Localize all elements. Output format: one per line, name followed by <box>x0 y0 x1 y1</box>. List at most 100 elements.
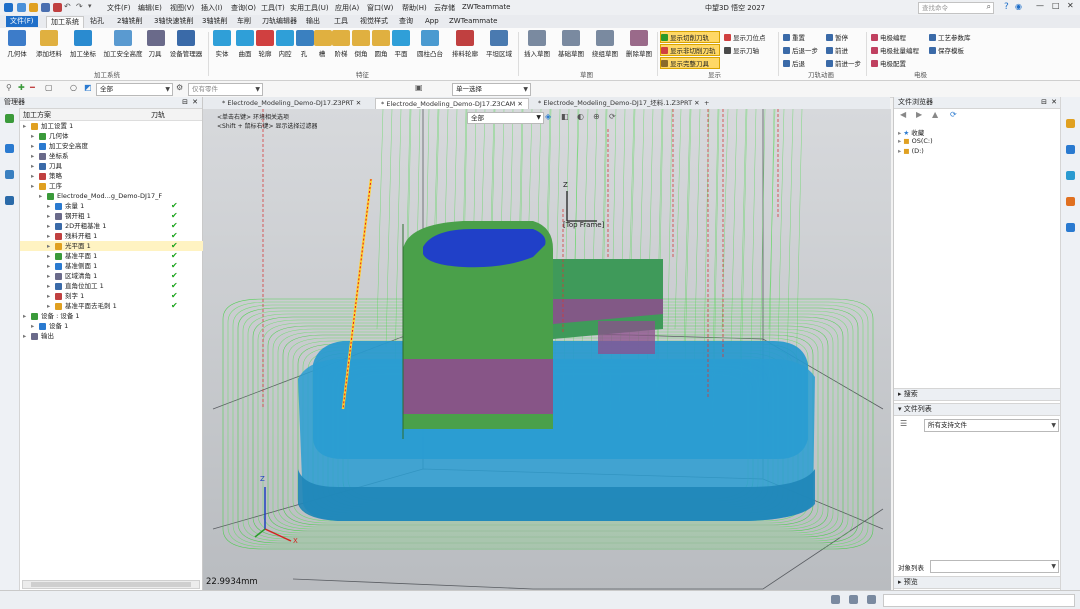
tree-item[interactable]: ▸ 2D开粗基准 1 ✔ <box>20 221 220 231</box>
wrap-sketch-button[interactable]: 绕组草图 <box>590 30 620 58</box>
menu-edit[interactable]: 编辑(E) <box>138 3 162 13</box>
tree-item[interactable]: ▸ Electrode_Mod...g_Demo-DJ17_F <box>20 191 220 201</box>
object-list-combo[interactable]: ▼ <box>930 560 1059 573</box>
menu-window[interactable]: 窗口(W) <box>367 3 393 13</box>
quick-access-dropdown-icon[interactable]: ▾ <box>88 2 92 10</box>
doc-tab-stock[interactable]: * Electrode_Modeling_Demo-DJ17_坯料.1.Z3PR… <box>533 98 705 109</box>
new-tab-icon[interactable]: + <box>699 98 714 109</box>
part-filter-icon[interactable]: ⚙ <box>176 83 183 92</box>
list-view-icon[interactable]: ☰ <box>900 419 907 428</box>
select-box-icon[interactable]: ▢ <box>45 83 53 92</box>
expand-icon[interactable]: ▸ <box>47 261 50 271</box>
batch-electrode-button[interactable]: 电极批量编程 <box>871 45 919 55</box>
globe-icon[interactable]: ◉ <box>1015 2 1022 11</box>
device-manager-button[interactable]: 设备管理器 <box>168 30 204 58</box>
tree-item[interactable]: ▸ 基准平面去毛刺 1 ✔ <box>20 301 220 311</box>
new-file-icon[interactable] <box>17 3 26 12</box>
tree-item[interactable]: ▸ 加工设置 1 <box>20 121 220 131</box>
expand-icon[interactable]: ▸ <box>23 331 26 341</box>
preview-section-header[interactable]: ▸ 预览 <box>894 576 1061 589</box>
circle-select-icon[interactable]: ○ <box>70 83 77 92</box>
cube-tab-icon[interactable] <box>1066 171 1075 180</box>
fillet-feature-button[interactable]: 圆角 <box>372 30 390 58</box>
menu-file[interactable]: 文件(F) <box>107 3 131 13</box>
tab-app[interactable]: App <box>421 16 443 27</box>
maximize-icon[interactable]: □ <box>1052 1 1060 10</box>
expand-icon[interactable]: ▸ <box>31 181 34 191</box>
show-cutting-toolpath-button[interactable]: 显示切削刀轨 <box>660 31 720 43</box>
menu-tools[interactable]: 工具(T) <box>261 3 285 13</box>
status-grid-icon[interactable] <box>849 595 858 604</box>
add-icon[interactable]: ✚ <box>18 83 25 92</box>
tree-item[interactable]: ▸ 光平面 1 ✔ <box>20 241 220 251</box>
library-tab-icon[interactable] <box>1066 145 1075 154</box>
stock-contour-button[interactable]: 排料轮廓 <box>450 30 480 58</box>
file-tree-item-d[interactable]: ▸ ■ (D:) <box>898 147 1058 157</box>
tab-tools[interactable]: 工具 <box>330 16 352 27</box>
expand-icon[interactable]: ▸ <box>898 137 901 145</box>
tab-visual-style[interactable]: 视觉样式 <box>356 16 392 27</box>
expand-icon[interactable]: ▸ <box>47 201 50 211</box>
save-template-button[interactable]: 保存模板 <box>929 45 964 55</box>
tree-item[interactable]: ▸ 设备 : 设备 1 <box>20 311 220 321</box>
tab-3axis-fast-milling[interactable]: 3轴快速铣削 <box>150 16 197 27</box>
assembly-tab-icon[interactable] <box>5 144 14 153</box>
expand-icon[interactable]: ▸ <box>47 221 50 231</box>
file-tree-item-favorites[interactable]: ▸ ★ 收藏 <box>898 127 1058 137</box>
file-tree-item-c[interactable]: ▸ ■ OS(C:) <box>898 137 1058 147</box>
tab-turning[interactable]: 车削 <box>233 16 255 27</box>
step-feature-button[interactable]: 阶梯 <box>332 30 350 58</box>
resource-tab-icon[interactable] <box>1066 197 1075 206</box>
refresh-icon[interactable]: ⟳ <box>950 110 957 119</box>
tree-item[interactable]: ▸ 策略 <box>20 171 220 181</box>
viewport-filter-combo[interactable]: 全部 ▼ <box>467 112 544 124</box>
status-layout-icon[interactable] <box>867 595 876 604</box>
save-icon[interactable] <box>41 3 50 12</box>
selection-mode-icon[interactable]: ▣ <box>415 83 423 92</box>
tree-item[interactable]: ▸ 坐标系 <box>20 151 220 161</box>
close-panel-icon[interactable]: ✕ <box>192 97 198 108</box>
expand-icon[interactable]: ▸ <box>47 291 50 301</box>
expand-icon[interactable]: ▸ <box>39 191 42 201</box>
expand-icon[interactable]: ▸ <box>47 231 50 241</box>
expand-icon[interactable]: ▸ <box>47 301 50 311</box>
expand-icon[interactable]: ▸ <box>23 311 26 321</box>
scrollbar-thumb[interactable] <box>31 582 191 587</box>
menu-help[interactable]: 帮助(H) <box>402 3 427 13</box>
remove-icon[interactable]: ━ <box>30 83 35 92</box>
tab-drilling[interactable]: 钻孔 <box>86 16 108 27</box>
tool-button[interactable]: 刀具 <box>147 30 165 58</box>
expand-icon[interactable]: ▸ <box>31 131 34 141</box>
tab-file[interactable]: 文件(F) <box>6 16 38 27</box>
tree-item[interactable]: ▸ 钢开粗 1 ✔ <box>20 211 220 221</box>
cylinder-boss-button[interactable]: 圆柱凸台 <box>413 30 447 58</box>
view-tab-icon[interactable] <box>5 196 14 205</box>
expand-icon[interactable]: ▸ <box>47 251 50 261</box>
status-view-icon[interactable] <box>831 595 840 604</box>
safe-height-button[interactable]: 加工安全高度 <box>103 30 143 58</box>
expand-icon[interactable]: ▸ <box>31 321 34 331</box>
tree-item[interactable]: ▸ 输出 <box>20 331 220 341</box>
expand-icon[interactable]: ▸ <box>31 141 34 151</box>
tree-item[interactable]: ▸ 刀具 <box>20 161 220 171</box>
search-section-header[interactable]: ▸ 搜索 <box>894 388 1061 401</box>
contour-feature-button[interactable]: 轮廓 <box>256 30 274 58</box>
expand-icon[interactable]: ▸ <box>898 129 901 137</box>
redo-icon[interactable]: ↷ <box>76 2 83 11</box>
close-doc-icon[interactable] <box>53 3 62 12</box>
tree-item[interactable]: ▸ 工序 <box>20 181 220 191</box>
flat-area-button[interactable]: 平坦区域 <box>483 30 515 58</box>
tab-2axis-milling[interactable]: 2轴铣削 <box>113 16 146 27</box>
show-full-tool-button[interactable]: 显示完整刀具 <box>660 57 720 69</box>
chamfer-feature-button[interactable]: 倒角 <box>352 30 370 58</box>
forward-nav-icon[interactable]: ▶ <box>916 110 922 119</box>
tab-machining-system[interactable]: 加工系统 <box>46 16 84 28</box>
menu-query[interactable]: 查询(O) <box>231 3 256 13</box>
render-icon[interactable]: ◐ <box>577 112 584 121</box>
expand-icon[interactable]: ▸ <box>47 211 50 221</box>
step-forward-button[interactable]: 前进一步 <box>826 58 861 68</box>
hole-feature-button[interactable]: 孔 <box>296 30 314 58</box>
expand-icon[interactable]: ▸ <box>31 171 34 181</box>
base-sketch-button[interactable]: 基础草图 <box>556 30 586 58</box>
view-cube-icon[interactable]: ◈ <box>545 112 551 121</box>
